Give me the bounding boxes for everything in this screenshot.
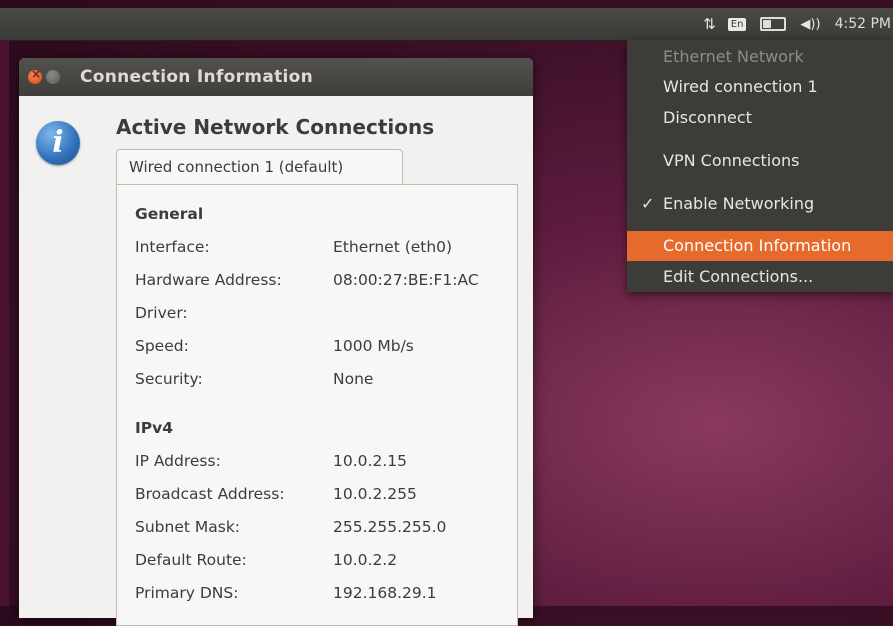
info-key: Subnet Mask: xyxy=(135,518,241,536)
system-tray: ⇅ En ◀)) 4:52 PM xyxy=(703,8,893,40)
info-value: 10.0.2.2 xyxy=(333,551,398,569)
info-row: Driver: xyxy=(135,297,479,330)
menu-item-enable-networking[interactable]: ✓ Enable Networking xyxy=(627,189,893,219)
info-value: 10.0.2.15 xyxy=(333,452,407,470)
menu-item-wired-connection[interactable]: Wired connection 1 xyxy=(627,72,893,102)
info-row: IP Address: 10.0.2.15 xyxy=(135,445,446,478)
info-row: Hardware Address: 08:00:27:BE:F1:AC xyxy=(135,264,479,297)
keyboard-layout-indicator[interactable]: En xyxy=(727,17,747,31)
info-row: Subnet Mask: 255.255.255.0 xyxy=(135,511,446,544)
menu-item-disconnect[interactable]: Disconnect xyxy=(627,103,893,133)
info-key: Broadcast Address: xyxy=(135,485,285,503)
close-button[interactable] xyxy=(28,67,42,84)
info-value: 255.255.255.0 xyxy=(333,518,447,536)
dialog-titlebar[interactable]: Connection Information xyxy=(19,58,533,96)
menu-item-connection-information[interactable]: Connection Information xyxy=(627,231,893,261)
network-menu: Ethernet Network Wired connection 1 Disc… xyxy=(627,40,893,292)
launcher-edge xyxy=(0,40,9,606)
volume-icon[interactable]: ◀)) xyxy=(800,17,820,32)
general-section: General Interface: Ethernet (eth0) Hardwa… xyxy=(135,205,479,396)
dialog-title: Connection Information xyxy=(80,67,314,87)
battery-icon[interactable] xyxy=(760,17,787,31)
info-key: Driver: xyxy=(135,304,188,322)
ipv4-section: IPv4 IP Address: 10.0.2.15 Broadcast Addr… xyxy=(135,419,446,610)
info-row: Security: None xyxy=(135,363,479,396)
top-panel: ⇅ En ◀)) 4:52 PM xyxy=(0,8,893,41)
info-key: Speed: xyxy=(135,337,189,355)
network-updown-icon[interactable]: ⇅ xyxy=(703,15,716,33)
clock[interactable]: 4:52 PM xyxy=(835,16,891,32)
info-value: 192.168.29.1 xyxy=(333,584,437,602)
info-row: Speed: 1000 Mb/s xyxy=(135,330,479,363)
info-row: Primary DNS: 192.168.29.1 xyxy=(135,577,446,610)
checkmark-icon: ✓ xyxy=(641,194,655,213)
info-row: Interface: Ethernet (eth0) xyxy=(135,231,479,264)
tab-wired-connection[interactable]: Wired connection 1 (default) xyxy=(116,149,403,185)
dialog-heading: Active Network Connections xyxy=(116,115,435,139)
section-title: IPv4 xyxy=(135,419,174,437)
info-row: Broadcast Address: 10.0.2.255 xyxy=(135,478,446,511)
info-key: Hardware Address: xyxy=(135,271,282,289)
info-value: 08:00:27:BE:F1:AC xyxy=(333,271,479,289)
info-value: 10.0.2.255 xyxy=(333,485,417,503)
connection-info-dialog: Connection Information i Active Network … xyxy=(19,58,533,626)
info-key: Interface: xyxy=(135,238,210,256)
info-key: Security: xyxy=(135,370,203,388)
info-value: Ethernet (eth0) xyxy=(333,238,453,256)
info-key: Primary DNS: xyxy=(135,584,239,602)
connection-details-panel: General Interface: Ethernet (eth0) Hardwa… xyxy=(116,184,518,626)
info-value: 1000 Mb/s xyxy=(333,337,414,355)
minimize-button[interactable] xyxy=(46,70,60,84)
menu-item-edit-connections[interactable]: Edit Connections... xyxy=(627,262,893,292)
info-icon: i xyxy=(36,121,80,165)
menu-item-ethernet-network: Ethernet Network xyxy=(663,47,804,66)
menu-item-vpn-connections[interactable]: VPN Connections xyxy=(627,146,893,176)
info-row: Default Route: 10.0.2.2 xyxy=(135,544,446,577)
menu-item-label: Enable Networking xyxy=(663,194,815,213)
info-value: None xyxy=(333,370,374,388)
section-title: General xyxy=(135,205,204,223)
info-key: IP Address: xyxy=(135,452,221,470)
info-key: Default Route: xyxy=(135,551,247,569)
